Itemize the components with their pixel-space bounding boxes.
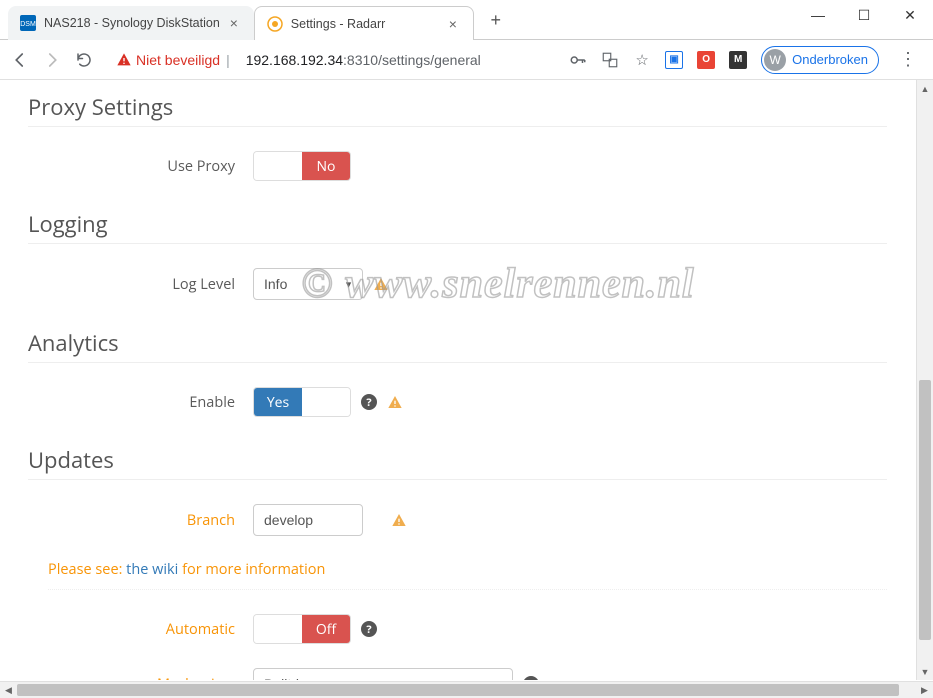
- label-mechanism: Mechanism: [28, 675, 253, 681]
- scrollbar-thumb[interactable]: [17, 684, 899, 696]
- warning-icon: [391, 512, 407, 528]
- select-log-level[interactable]: Info: [253, 268, 363, 300]
- tab-radarr[interactable]: Settings - Radarr ×: [254, 6, 474, 40]
- reload-button[interactable]: [74, 50, 94, 70]
- forward-button[interactable]: [42, 50, 62, 70]
- toggle-value: No: [302, 152, 350, 180]
- profile-chip[interactable]: W Onderbroken: [761, 46, 879, 74]
- updates-info-line: Please see: the wiki for more informatio…: [48, 560, 887, 590]
- section-proxy-title: Proxy Settings: [28, 92, 887, 127]
- row-analytics-enable: Enable Yes ?: [28, 387, 887, 417]
- tab-title: NAS218 - Synology DiskStation: [44, 16, 220, 30]
- profile-avatar: W: [764, 49, 786, 71]
- window-controls: — ☐ ✕: [795, 0, 933, 30]
- maximize-button[interactable]: ☐: [841, 0, 887, 30]
- window-titlebar: DSM NAS218 - Synology DiskStation × Sett…: [0, 0, 933, 40]
- scroll-up-icon[interactable]: ▲: [917, 80, 933, 97]
- section-updates-title: Updates: [28, 445, 887, 480]
- section-analytics-title: Analytics: [28, 328, 887, 363]
- section-logging-title: Logging: [28, 209, 887, 244]
- radarr-favicon: [267, 16, 283, 32]
- toggle-blank: [302, 388, 350, 416]
- vertical-scrollbar[interactable]: ▲ ▼: [916, 80, 933, 680]
- browser-toolbar: Niet beveiligd | 192.168.192.34:8310/set…: [0, 40, 933, 80]
- scrollbar-thumb[interactable]: [919, 380, 931, 640]
- row-automatic: Automatic Off ?: [28, 614, 887, 644]
- toggle-analytics[interactable]: Yes: [253, 387, 351, 417]
- row-use-proxy: Use Proxy No: [28, 151, 887, 181]
- help-icon[interactable]: ?: [361, 621, 377, 637]
- warning-icon: [373, 276, 389, 292]
- wiki-link[interactable]: the wiki: [126, 560, 178, 579]
- toggle-blank: [254, 152, 302, 180]
- warning-icon: [116, 52, 132, 68]
- warning-icon: [387, 394, 403, 410]
- page-content: Proxy Settings Use Proxy No Logging Log …: [0, 80, 915, 680]
- label-log-level: Log Level: [28, 275, 253, 294]
- help-icon[interactable]: ?: [361, 394, 377, 410]
- horizontal-scrollbar[interactable]: ◀ ▶: [0, 681, 933, 698]
- toggle-value: Off: [302, 615, 350, 643]
- row-log-level: Log Level Info: [28, 268, 887, 300]
- minimize-button[interactable]: —: [795, 0, 841, 30]
- scroll-down-icon[interactable]: ▼: [917, 663, 933, 680]
- security-text: Niet beveiligd: [136, 52, 220, 68]
- tab-strip: DSM NAS218 - Synology DiskStation × Sett…: [0, 0, 510, 40]
- key-icon[interactable]: [569, 51, 587, 69]
- scroll-right-icon[interactable]: ▶: [916, 682, 933, 698]
- svg-text:DSM: DSM: [20, 21, 36, 28]
- label-analytics-enable: Enable: [28, 393, 253, 412]
- security-warning[interactable]: Niet beveiligd: [116, 52, 220, 68]
- close-icon[interactable]: ×: [445, 16, 461, 32]
- new-tab-button[interactable]: +: [482, 6, 510, 34]
- scroll-left-icon[interactable]: ◀: [0, 682, 17, 698]
- synology-favicon: DSM: [20, 15, 36, 31]
- row-mechanism: Mechanism Built-in ?: [28, 668, 887, 680]
- label-branch: Branch: [28, 511, 253, 530]
- select-mechanism[interactable]: Built-in: [253, 668, 513, 680]
- tab-title: Settings - Radarr: [291, 17, 439, 31]
- close-icon[interactable]: ×: [226, 15, 242, 31]
- extension-abp-icon[interactable]: ▣: [665, 51, 683, 69]
- toggle-blank: [254, 615, 302, 643]
- row-branch: Branch: [28, 504, 887, 536]
- toggle-use-proxy[interactable]: No: [253, 151, 351, 181]
- url-text: 192.168.192.34:8310/settings/general: [246, 52, 481, 68]
- toggle-value: Yes: [254, 388, 302, 416]
- translate-icon[interactable]: [601, 51, 619, 69]
- profile-label: Onderbroken: [792, 52, 868, 67]
- browser-menu-button[interactable]: ⋮: [893, 49, 923, 70]
- label-use-proxy: Use Proxy: [28, 157, 253, 176]
- input-branch[interactable]: [253, 504, 363, 536]
- help-icon[interactable]: ?: [523, 676, 539, 680]
- label-automatic: Automatic: [28, 620, 253, 639]
- star-icon[interactable]: ☆: [633, 51, 651, 69]
- close-window-button[interactable]: ✕: [887, 0, 933, 30]
- tab-synology[interactable]: DSM NAS218 - Synology DiskStation ×: [8, 6, 254, 40]
- extension-opera-icon[interactable]: O: [697, 51, 715, 69]
- back-button[interactable]: [10, 50, 30, 70]
- toolbar-icons: ☆ ▣ O M W Onderbroken ⋮: [569, 46, 923, 74]
- address-bar[interactable]: Niet beveiligd | 192.168.192.34:8310/set…: [106, 46, 557, 74]
- toggle-automatic[interactable]: Off: [253, 614, 351, 644]
- extension-mega-icon[interactable]: M: [729, 51, 747, 69]
